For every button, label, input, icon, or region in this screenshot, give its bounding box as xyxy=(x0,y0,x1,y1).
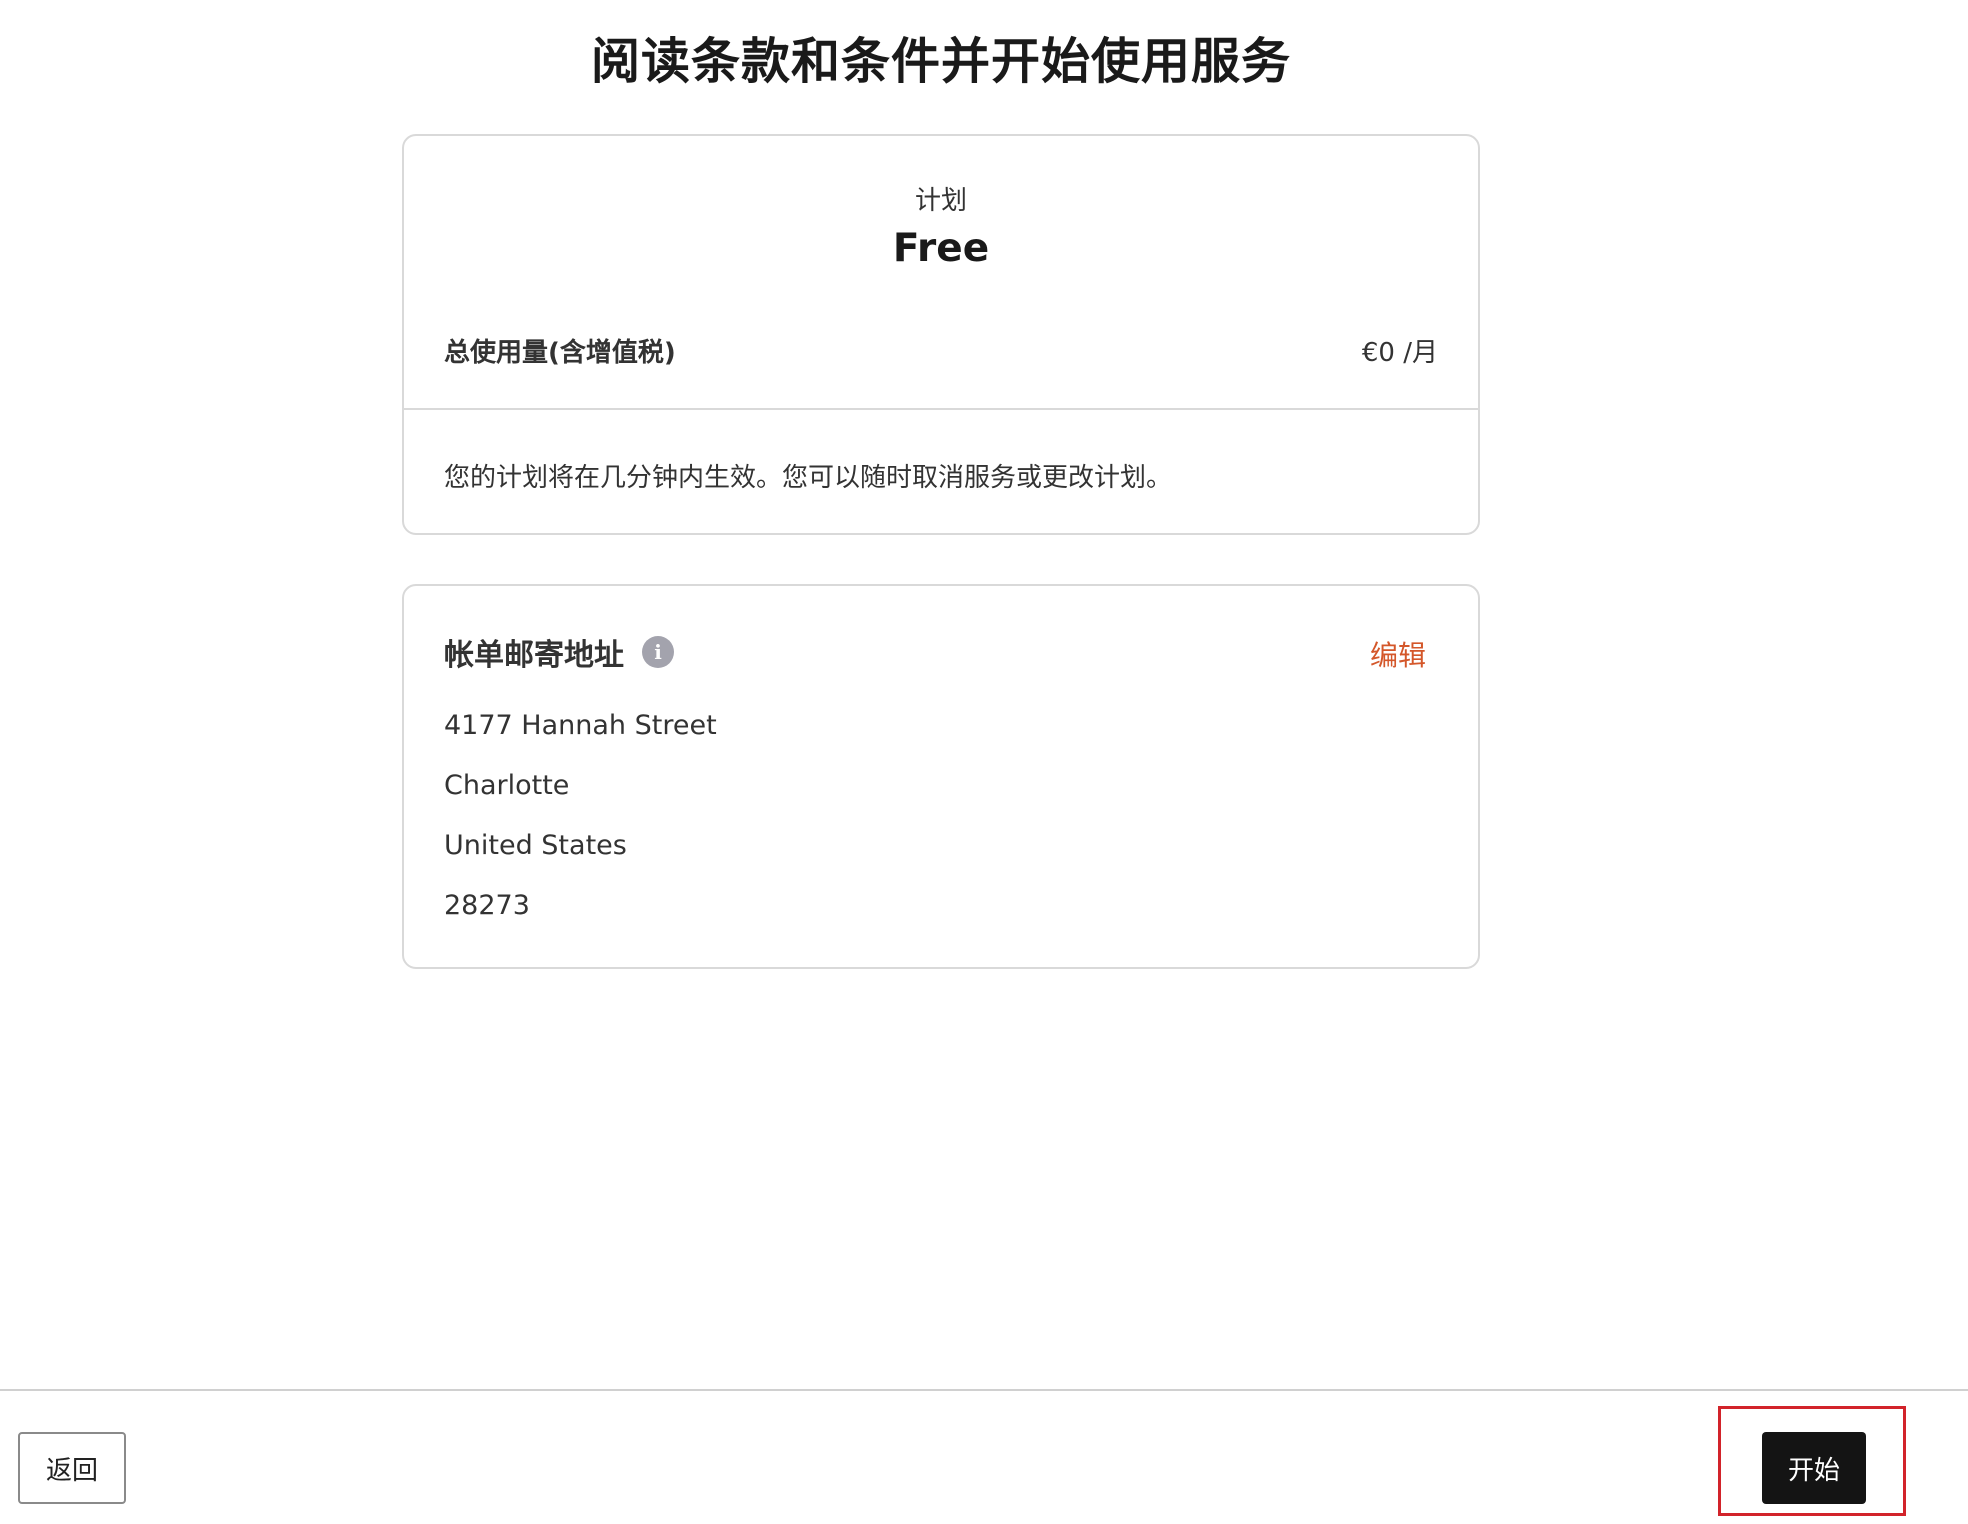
address-street: 4177 Hannah Street xyxy=(444,710,717,741)
info-icon[interactable]: i xyxy=(642,636,674,668)
start-button[interactable]: 开始 xyxy=(1762,1432,1866,1504)
plan-card: 计划 Free 总使用量(含增值税) €0 /月 您的计划将在几分钟内生效。您可… xyxy=(402,134,1480,535)
usage-price: €0 /月 xyxy=(1361,338,1438,368)
plan-label: 计划 xyxy=(914,186,967,216)
footer-divider xyxy=(0,1389,1968,1391)
plan-name: Free xyxy=(892,226,990,271)
plan-divider xyxy=(404,408,1478,410)
billing-address-card: 帐单邮寄地址 i 编辑 4177 Hannah Street Charlotte… xyxy=(402,584,1480,969)
address-city: Charlotte xyxy=(444,770,570,801)
page-title: 阅读条款和条件并开始使用服务 xyxy=(590,33,1291,90)
billing-address-header: 帐单邮寄地址 i xyxy=(444,632,674,673)
usage-label: 总使用量(含增值税) xyxy=(444,338,676,368)
edit-address-link[interactable]: 编辑 xyxy=(1370,634,1426,674)
billing-address-title: 帐单邮寄地址 xyxy=(444,638,624,673)
plan-note: 您的计划将在几分钟内生效。您可以随时取消服务或更改计划。 xyxy=(444,463,1173,493)
address-country: United States xyxy=(444,830,627,861)
back-button[interactable]: 返回 xyxy=(18,1432,126,1504)
address-postal-code: 28273 xyxy=(444,890,530,921)
